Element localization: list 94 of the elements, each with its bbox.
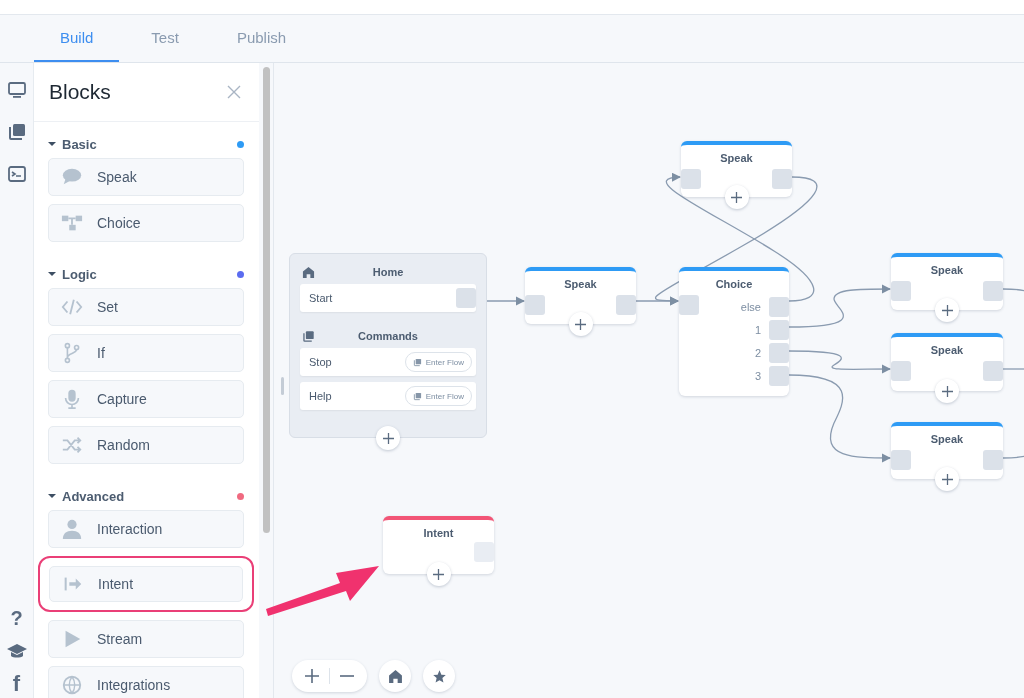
- flow-node[interactable]: Intent: [383, 516, 494, 574]
- flow-node[interactable]: Choice else 1 2 3: [679, 267, 789, 396]
- input-port[interactable]: [525, 295, 545, 315]
- plus-icon: [941, 304, 953, 316]
- output-port[interactable]: [983, 361, 1003, 381]
- panel-title: Blocks: [49, 80, 111, 104]
- plus-icon: [941, 385, 953, 397]
- plus-icon: [731, 191, 742, 203]
- command-row[interactable]: Stop Enter Flow: [300, 348, 476, 376]
- star-icon: [431, 668, 447, 684]
- globe-icon: [61, 674, 83, 696]
- enter-flow-button[interactable]: Enter Flow: [404, 352, 472, 372]
- add-button[interactable]: [935, 298, 959, 322]
- block-item[interactable]: Capture: [48, 380, 244, 418]
- connector-line: [1002, 368, 1024, 370]
- section-header[interactable]: Basic: [48, 130, 244, 158]
- choice-label: 1: [754, 324, 761, 336]
- block-title: Home: [372, 266, 404, 278]
- home-icon: [302, 265, 315, 279]
- enter-flow-button[interactable]: Enter Flow: [404, 386, 472, 406]
- flow-node[interactable]: Speak: [891, 253, 1003, 310]
- caret-icon: [48, 270, 56, 278]
- block-item[interactable]: Stream: [48, 620, 244, 658]
- mortarboard-icon[interactable]: [5, 642, 28, 660]
- output-port[interactable]: [616, 295, 636, 315]
- node-title: Speak: [930, 264, 964, 277]
- plus-icon: [382, 432, 394, 444]
- output-port[interactable]: [772, 169, 792, 189]
- choice-label: 2: [754, 347, 761, 359]
- output-port[interactable]: [983, 281, 1003, 301]
- connector-line: [486, 296, 525, 306]
- star-button[interactable]: [423, 660, 455, 692]
- choice-label: else: [740, 301, 761, 313]
- block-item[interactable]: Intent: [49, 566, 243, 602]
- stack-icon: [412, 357, 422, 367]
- node-title: Speak: [930, 344, 964, 357]
- flow-node[interactable]: Speak: [891, 422, 1003, 479]
- output-port[interactable]: [769, 297, 789, 317]
- output-port[interactable]: [769, 366, 789, 386]
- block-item[interactable]: Choice: [48, 204, 244, 242]
- input-port[interactable]: [679, 295, 699, 315]
- stack-icon[interactable]: [6, 122, 27, 142]
- shuffle-icon: [61, 434, 83, 456]
- start-row[interactable]: Start: [300, 284, 476, 312]
- plus-icon: [433, 568, 444, 580]
- node-title: Speak: [720, 152, 753, 165]
- connector-line: [1002, 455, 1024, 459]
- output-port[interactable]: [456, 288, 476, 308]
- stack-icon: [412, 391, 422, 401]
- add-button[interactable]: [935, 467, 959, 491]
- resize-handle[interactable]: [281, 377, 284, 395]
- block-title: Commands: [358, 330, 418, 342]
- block-item[interactable]: Interaction: [48, 510, 244, 548]
- close-icon[interactable]: [227, 85, 241, 99]
- node-title: Intent: [423, 527, 454, 540]
- add-button[interactable]: [376, 426, 400, 450]
- flow-node[interactable]: Speak: [891, 333, 1003, 391]
- output-port[interactable]: [769, 320, 789, 340]
- input-port[interactable]: [891, 281, 911, 301]
- flow-node[interactable]: Speak: [681, 141, 792, 197]
- input-port[interactable]: [891, 361, 911, 381]
- caret-icon: [48, 492, 56, 500]
- block-item[interactable]: Random: [48, 426, 244, 464]
- home-icon: [387, 668, 403, 684]
- zoom-in-icon[interactable]: [305, 669, 319, 683]
- facebook-icon[interactable]: f: [12, 674, 21, 694]
- terminal-icon[interactable]: [6, 164, 27, 184]
- connector-line: [1002, 288, 1024, 292]
- monitor-icon[interactable]: [6, 80, 27, 100]
- block-item[interactable]: Integrations: [48, 666, 244, 698]
- block-item[interactable]: If: [48, 334, 244, 372]
- add-button[interactable]: [935, 379, 959, 403]
- node-title: Speak: [930, 433, 964, 446]
- stack-icon: [302, 329, 315, 343]
- output-port[interactable]: [769, 343, 789, 363]
- block-item[interactable]: Set: [48, 288, 244, 326]
- plus-icon: [941, 473, 953, 485]
- block-item[interactable]: Speak: [48, 158, 244, 196]
- choice-label: 3: [754, 370, 761, 382]
- home-button[interactable]: [379, 660, 411, 692]
- node-title: Speak: [564, 278, 597, 291]
- caret-icon: [48, 140, 56, 148]
- plus-icon: [575, 318, 586, 330]
- section-header[interactable]: Advanced: [48, 482, 244, 510]
- command-row[interactable]: Help Enter Flow: [300, 382, 476, 410]
- output-port[interactable]: [983, 450, 1003, 470]
- input-port[interactable]: [891, 450, 911, 470]
- section-header[interactable]: Logic: [48, 260, 244, 288]
- input-port[interactable]: [681, 169, 701, 189]
- scroll-thumb[interactable]: [262, 67, 270, 533]
- flow-node[interactable]: Speak: [525, 267, 636, 324]
- node-title: Choice: [715, 278, 753, 291]
- help-icon[interactable]: ?: [10, 608, 23, 628]
- person-icon: [61, 518, 83, 540]
